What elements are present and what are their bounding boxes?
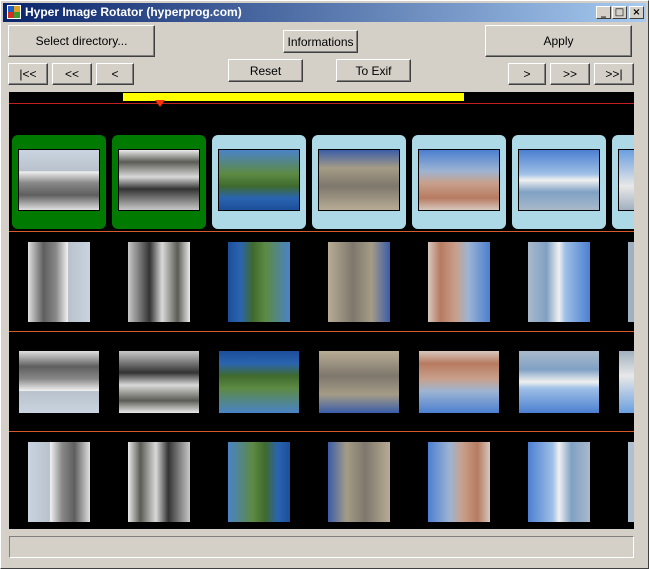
scroll-slider[interactable] (123, 93, 464, 101)
row-separator (9, 231, 634, 232)
rotation-180-old-town-houses[interactable] (19, 351, 99, 413)
rotation-180-waterfront-town[interactable] (419, 351, 499, 413)
thumbnail-image (518, 149, 600, 211)
app-icon (7, 5, 21, 19)
window-title: Hyper Image Rotator (hyperprog.com) (25, 5, 242, 19)
rotation-180-stone-wall-path[interactable] (319, 351, 399, 413)
timeline[interactable] (9, 92, 634, 132)
previous-button[interactable]: < (96, 63, 134, 85)
previous-page-button[interactable]: << (52, 63, 92, 85)
thumbnail-image (118, 149, 200, 211)
next-button[interactable]: > (508, 63, 546, 85)
rotation-180-beach-partial[interactable] (619, 351, 634, 413)
rotation-90-beach-partial[interactable] (628, 242, 634, 322)
rotation-90-coastal-cliffs[interactable] (228, 242, 290, 322)
status-bar (9, 536, 634, 558)
rotation-90-stone-wall-path[interactable] (328, 242, 390, 322)
thumbnail-lake-shore-building[interactable] (512, 135, 606, 229)
rotation-90-lake-shore-building[interactable] (528, 242, 590, 322)
last-button[interactable]: >>| (594, 63, 634, 85)
informations-button[interactable]: Informations (283, 30, 358, 53)
apply-button[interactable]: Apply (485, 25, 632, 57)
rotation-270-snowy-forest[interactable] (128, 442, 190, 522)
rotation-270-stone-wall-path[interactable] (328, 442, 390, 522)
rotation-270-coastal-cliffs[interactable] (228, 442, 290, 522)
rotation-270-beach-partial[interactable] (628, 442, 634, 522)
rotation-90-waterfront-town[interactable] (428, 242, 490, 322)
row-separator (9, 331, 634, 332)
select-directory-button[interactable]: Select directory... (8, 25, 155, 57)
thumbnail-image (618, 149, 634, 211)
thumbnail-image (318, 149, 400, 211)
image-panel[interactable] (9, 92, 634, 529)
first-button[interactable]: |<< (8, 63, 48, 85)
thumbnail-stone-wall-path[interactable] (312, 135, 406, 229)
reset-button[interactable]: Reset (228, 59, 303, 82)
rotation-270-old-town-houses[interactable] (28, 442, 90, 522)
thumbnail-old-town-houses[interactable] (12, 135, 106, 229)
rotation-180-lake-shore-building[interactable] (519, 351, 599, 413)
rotation-180-coastal-cliffs[interactable] (219, 351, 299, 413)
thumbnail-beach-partial[interactable] (612, 135, 634, 229)
close-button[interactable]: × (629, 6, 644, 19)
rotation-90-old-town-houses[interactable] (28, 242, 90, 322)
thumbnail-image (418, 149, 500, 211)
to-exif-button[interactable]: To Exif (336, 59, 411, 82)
thumbnail-strip (9, 132, 634, 229)
next-page-button[interactable]: >> (550, 63, 590, 85)
timeline-line (9, 103, 634, 104)
position-marker-icon[interactable] (155, 100, 165, 107)
maximize-button[interactable]: □ (612, 6, 627, 19)
app-window: Hyper Image Rotator (hyperprog.com) _ □ … (0, 0, 649, 569)
thumbnail-waterfront-town[interactable] (412, 135, 506, 229)
rotation-270-lake-shore-building[interactable] (528, 442, 590, 522)
thumbnail-snowy-forest[interactable] (112, 135, 206, 229)
thumbnail-image (218, 149, 300, 211)
title-bar[interactable]: Hyper Image Rotator (hyperprog.com) _ □ … (3, 3, 646, 22)
thumbnail-image (18, 149, 100, 211)
rotation-180-snowy-forest[interactable] (119, 351, 199, 413)
rotation-90-snowy-forest[interactable] (128, 242, 190, 322)
thumbnail-coastal-cliffs[interactable] (212, 135, 306, 229)
minimize-button[interactable]: _ (596, 6, 611, 19)
rotation-270-waterfront-town[interactable] (428, 442, 490, 522)
row-separator (9, 431, 634, 432)
